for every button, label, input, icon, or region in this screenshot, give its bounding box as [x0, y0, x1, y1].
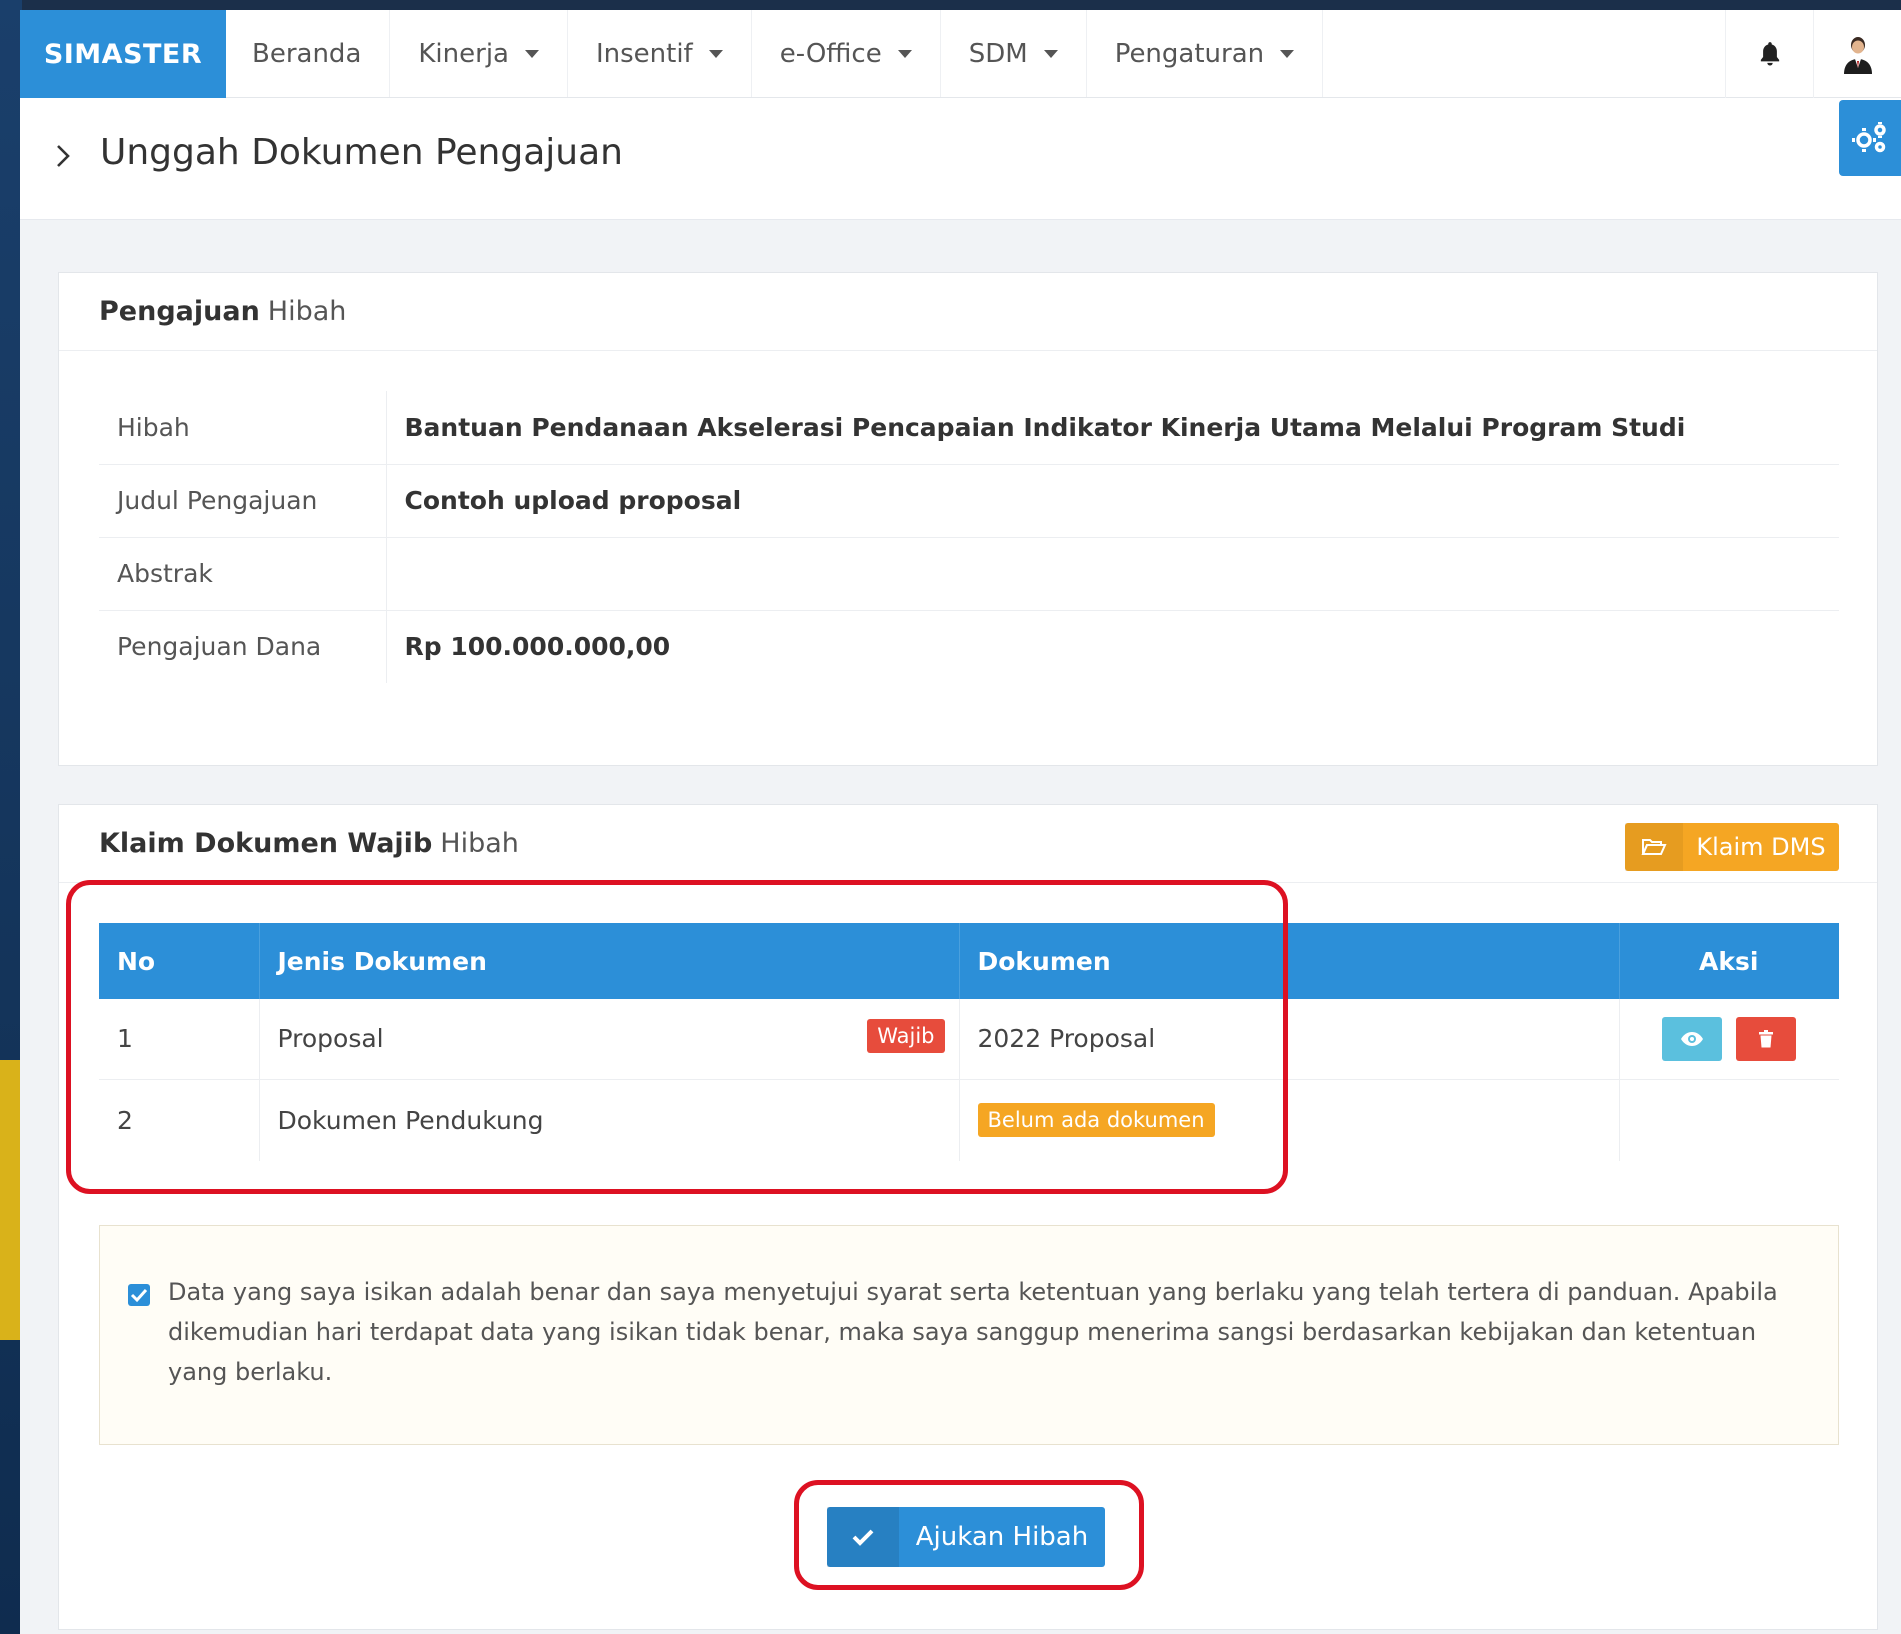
caret-down-icon: [897, 49, 912, 58]
nav-item-pengaturan[interactable]: Pengaturan: [1087, 10, 1324, 97]
nav-item-beranda[interactable]: Beranda: [226, 10, 391, 97]
info-row: Hibah Bantuan Pendanaan Akselerasi Penca…: [99, 391, 1839, 465]
column-header-dokumen: Dokumen: [959, 923, 1620, 999]
user-menu-button[interactable]: [1813, 10, 1901, 98]
page-title: Unggah Dokumen Pengajuan: [100, 132, 623, 173]
wajib-badge: Wajib: [867, 1019, 945, 1053]
nav-item-kinerja[interactable]: Kinerja: [390, 10, 568, 97]
caret-down-icon: [708, 49, 723, 58]
desktop-background: [0, 0, 22, 1634]
check-icon: [827, 1507, 899, 1567]
nav-item-sdm[interactable]: SDM: [941, 10, 1087, 97]
view-document-button[interactable]: [1661, 1016, 1722, 1061]
table-row: 1 Proposal Wajib 2022 Proposal: [99, 999, 1839, 1080]
card-title: Pengajuan Hibah: [59, 273, 1877, 351]
top-navbar: SIMASTER Beranda Kinerja Insentif e-Offi…: [20, 10, 1901, 98]
pengajuan-card: Pengajuan Hibah Hibah Bantuan Pendanaan …: [58, 272, 1878, 766]
gears-icon: [1852, 122, 1886, 153]
klaim-dokumen-card: Klaim Dokumen Wajib Hibah Klaim DMS No J…: [58, 804, 1878, 1630]
brand-logo[interactable]: SIMASTER: [20, 10, 226, 98]
chevron-right-icon: [57, 145, 70, 167]
info-key: Hibah: [99, 391, 387, 465]
caret-down-icon: [1280, 49, 1295, 58]
info-value: Bantuan Pendanaan Akselerasi Pencapaian …: [386, 391, 1839, 465]
column-header-no: No: [99, 923, 260, 999]
card-title: Klaim Dokumen Wajib Hibah: [59, 805, 1877, 883]
folder-open-icon: [1625, 823, 1683, 871]
agreement-box: Data yang saya isikan adalah benar dan s…: [99, 1225, 1839, 1445]
settings-panel-button[interactable]: [1839, 100, 1901, 176]
info-key: Pengajuan Dana: [99, 610, 387, 683]
bell-icon: [1760, 42, 1779, 66]
nav-item-eoffice[interactable]: e-Office: [752, 10, 941, 97]
cell-jenis: Dokumen Pendukung: [259, 1079, 960, 1161]
table-row: 2 Dokumen Pendukung Belum ada dokumen: [99, 1079, 1839, 1161]
agreement-text: Data yang saya isikan adalah benar dan s…: [168, 1278, 1778, 1386]
column-header-jenis: Jenis Dokumen: [259, 923, 960, 999]
check-icon: [130, 1288, 148, 1303]
trash-icon: [1758, 1029, 1773, 1048]
status-badge: Belum ada dokumen: [977, 1103, 1215, 1138]
jenis-label: Proposal: [277, 1024, 384, 1054]
cell-aksi: [1619, 999, 1839, 1080]
eye-icon: [1680, 1031, 1703, 1046]
info-value: Contoh upload proposal: [386, 464, 1839, 538]
pengajuan-info-table: Hibah Bantuan Pendanaan Akselerasi Penca…: [99, 391, 1839, 683]
info-value: [386, 537, 1839, 611]
nav-menu: Beranda Kinerja Insentif e-Office SDM Pe…: [226, 10, 1324, 97]
info-row: Abstrak: [99, 537, 1839, 611]
nav-right: [1725, 10, 1901, 98]
app-window: SIMASTER Beranda Kinerja Insentif e-Offi…: [20, 10, 1901, 1634]
agreement-checkbox[interactable]: [128, 1284, 150, 1306]
notification-button[interactable]: [1725, 10, 1813, 98]
caret-down-icon: [1043, 49, 1058, 58]
page-header: Unggah Dokumen Pengajuan: [20, 98, 1901, 220]
caret-down-icon: [524, 49, 539, 58]
cell-no: 1: [99, 999, 260, 1080]
info-key: Abstrak: [99, 537, 387, 611]
ajukan-hibah-button[interactable]: Ajukan Hibah: [827, 1507, 1105, 1567]
nav-item-insentif[interactable]: Insentif: [568, 10, 752, 97]
info-row: Pengajuan Dana Rp 100.000.000,00: [99, 610, 1839, 683]
column-header-aksi: Aksi: [1619, 923, 1839, 999]
desktop-top-strip: [0, 0, 1901, 10]
info-key: Judul Pengajuan: [99, 464, 387, 538]
klaim-dms-button[interactable]: Klaim DMS: [1625, 823, 1839, 871]
cell-dokumen: Belum ada dokumen: [959, 1079, 1620, 1161]
dokumen-link[interactable]: 2022 Proposal: [978, 1024, 1156, 1053]
info-value: Rp 100.000.000,00: [404, 632, 671, 662]
cell-dokumen: 2022 Proposal: [959, 999, 1620, 1080]
dokumen-table: No Jenis Dokumen Dokumen Aksi 1 Proposal…: [99, 923, 1839, 1161]
cell-aksi: [1619, 1079, 1839, 1161]
cell-jenis: Proposal Wajib: [259, 999, 960, 1080]
delete-document-button[interactable]: [1735, 1016, 1796, 1061]
user-avatar-icon: [1843, 37, 1872, 74]
info-row: Judul Pengajuan Contoh upload proposal: [99, 464, 1839, 538]
cell-no: 2: [99, 1079, 260, 1161]
table-header-row: No Jenis Dokumen Dokumen Aksi: [99, 923, 1839, 999]
